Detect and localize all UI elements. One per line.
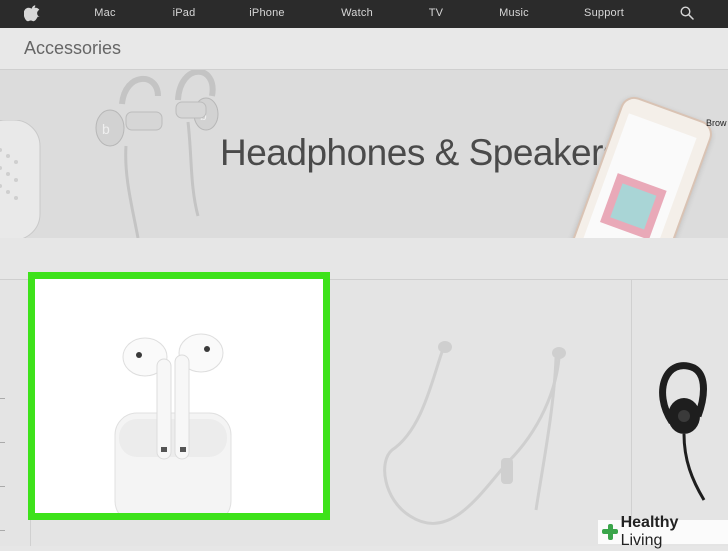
watermark-light-text: Living	[620, 532, 663, 549]
ruler-mark	[0, 486, 5, 487]
nav-item-mac[interactable]: Mac	[94, 7, 115, 19]
ruler-mark	[0, 530, 5, 531]
apple-logo-icon[interactable]	[24, 4, 40, 22]
search-icon[interactable]	[680, 6, 694, 20]
product-tile-sport-headphones[interactable]	[632, 280, 728, 546]
product-tile-airpods[interactable]	[28, 272, 330, 520]
svg-text:b: b	[102, 121, 110, 137]
nav-item-ipad[interactable]: iPad	[173, 7, 196, 19]
browse-hint-text: Brow	[706, 118, 727, 128]
ruler-mark	[0, 398, 5, 399]
ruler-mark	[0, 442, 5, 443]
product-tile-earphones[interactable]	[330, 280, 631, 546]
sport-headphones-image	[659, 362, 707, 501]
album-art	[600, 173, 667, 238]
nav-item-tv[interactable]: TV	[429, 7, 443, 19]
healthy-living-watermark: Healthy Living	[598, 514, 728, 549]
plus-cross-icon	[602, 524, 618, 540]
hero-banner[interactable]: b b Headphones & Speakers Brow	[0, 70, 728, 238]
nav-item-iphone[interactable]: iPhone	[249, 7, 284, 19]
nav-item-watch[interactable]: Watch	[341, 7, 373, 19]
breadcrumb: Accessories	[0, 28, 728, 70]
speaker-image	[0, 120, 41, 238]
global-nav: Mac iPad iPhone Watch TV Music Support	[0, 0, 728, 28]
nav-item-music[interactable]: Music	[499, 7, 529, 19]
headphones-image: b b	[95, 70, 219, 238]
hero-headline: Headphones & Speakers	[220, 132, 621, 173]
wireless-earphones-image	[383, 341, 566, 525]
nav-item-support[interactable]: Support	[584, 7, 624, 19]
watermark-bold-text: Healthy	[620, 514, 679, 531]
airpods-image	[114, 333, 232, 513]
page-title[interactable]: Accessories	[24, 38, 121, 59]
